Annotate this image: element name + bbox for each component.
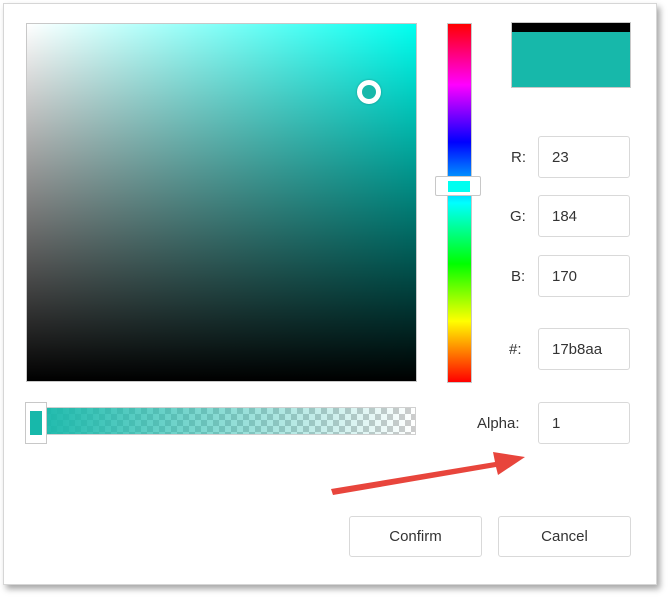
hex-input[interactable] [538,328,630,370]
hue-slider-handle[interactable] [435,176,481,196]
alpha-input[interactable] [538,402,630,444]
blue-label: B: [511,268,526,285]
red-label: R: [511,149,526,166]
green-input[interactable] [538,195,630,237]
hex-label: #: [509,341,522,358]
previous-color-swatch [512,23,630,32]
alpha-label: Alpha: [477,415,520,432]
alpha-handle-swatch [30,411,42,435]
red-input[interactable] [538,136,630,178]
alpha-gradient [27,408,415,434]
confirm-button[interactable]: Confirm [349,516,482,557]
hue-handle-swatch [448,181,470,192]
new-color-swatch [512,32,630,87]
alpha-slider[interactable] [26,407,416,435]
green-label: G: [510,208,526,225]
hue-slider[interactable] [447,23,472,383]
annotation-arrow-icon [331,452,525,495]
cancel-button[interactable]: Cancel [498,516,631,557]
color-preview [511,22,631,88]
blue-input[interactable] [538,255,630,297]
saturation-value-area[interactable] [26,23,417,382]
saturation-value-handle[interactable] [357,79,382,104]
alpha-slider-handle[interactable] [25,402,47,444]
